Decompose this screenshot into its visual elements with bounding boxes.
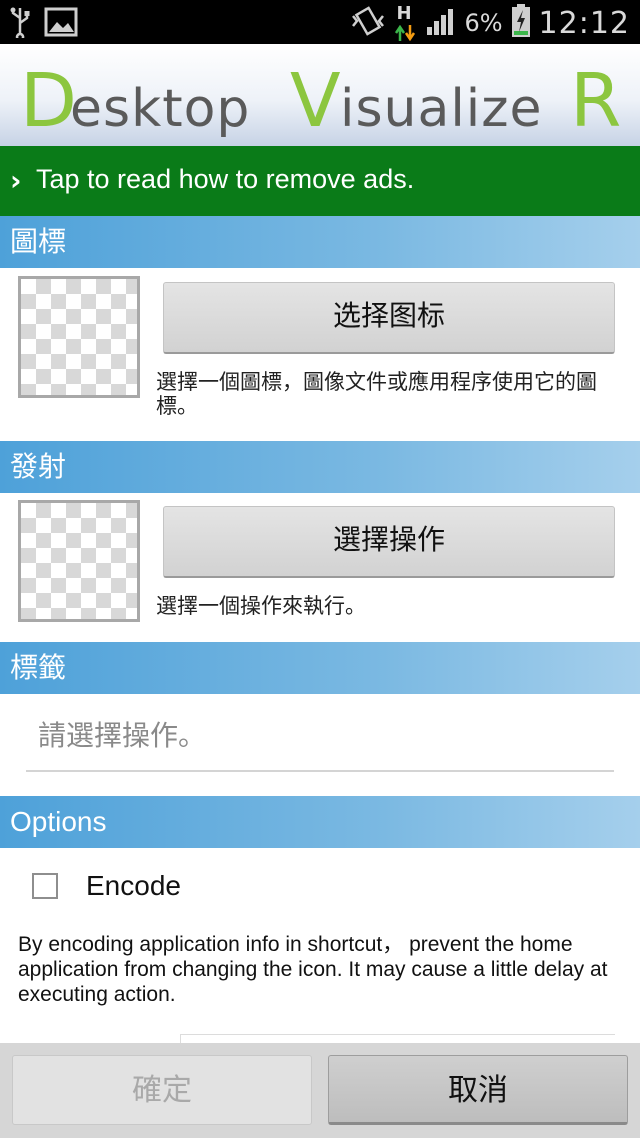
action-preview[interactable] [18,500,140,622]
ad-banner[interactable]: › Tap to read how to remove ads. [0,146,640,216]
section-header-options: Options [0,796,640,848]
chevron-right-icon: › [10,164,22,197]
ad-banner-text: Tap to read how to remove ads. [36,164,415,194]
select-icon-button[interactable]: 选择图标 [163,282,615,354]
section-header-launch: 發射 [0,441,640,493]
encode-description: By encoding application info in shortcut… [18,933,608,1006]
action-description: 選擇一個操作來執行。 [156,594,366,618]
cancel-button[interactable]: 取消 [328,1055,628,1125]
image-icon [44,7,78,41]
section-header-label: 標籤 [0,642,640,694]
app-logo: D esktop V isualize R [20,58,621,144]
svg-text:V: V [290,58,341,144]
encode-checkbox[interactable] [32,873,58,899]
ok-button[interactable]: 確定 [12,1055,312,1125]
section-header-icon: 圖標 [0,216,640,268]
encode-label[interactable]: Encode [86,870,181,902]
status-bar: H 6% 12:12 [0,0,640,44]
battery-percent: 6% [464,9,503,37]
signal-icon [426,7,456,39]
svg-text:D: D [20,58,77,144]
network-type-label: H [396,3,412,24]
vibrate-icon [350,6,386,40]
bottom-button-bar: 確定 取消 [0,1043,640,1138]
app-logo-banner: D esktop V isualize R [0,44,640,146]
data-arrows-icon: H [394,3,418,41]
usb-icon [8,6,32,42]
label-input[interactable]: 請選擇操作。 [26,706,614,772]
svg-text:esktop: esktop [70,79,250,139]
clock: 12:12 [538,5,630,41]
icon-preview[interactable] [18,276,140,398]
select-action-button[interactable]: 選擇操作 [163,506,615,578]
svg-text:isualize: isualize [340,79,543,139]
battery-charging-icon [511,4,531,42]
svg-text:R: R [570,58,621,144]
icon-description: 選擇一個圖標，圖像文件或應用程序使用它的圖標。 [156,370,597,418]
